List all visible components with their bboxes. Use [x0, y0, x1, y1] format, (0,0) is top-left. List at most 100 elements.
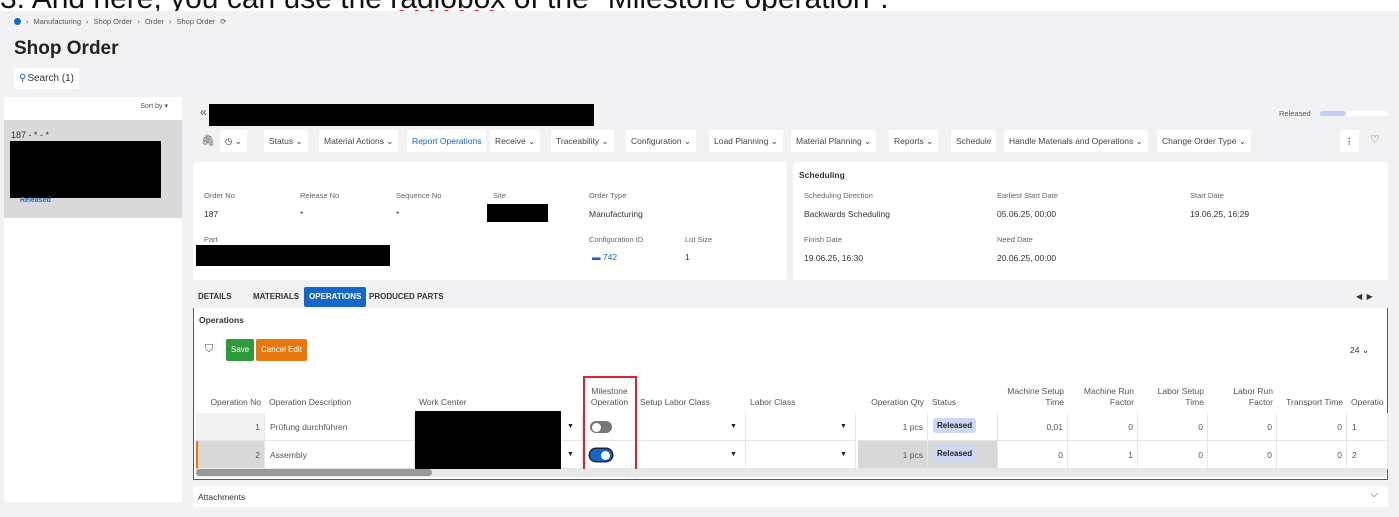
column-header-work-center[interactable]: Work Center	[419, 397, 579, 408]
caption-text: 3. And here, you can use the	[0, 0, 390, 11]
redacted-block	[10, 141, 161, 198]
cell-text-status: Released	[933, 418, 993, 433]
sort-label: Sort by	[140, 103, 163, 110]
status-progress	[1320, 111, 1388, 116]
search-label: Search (1)	[27, 73, 75, 84]
collapse-icon[interactable]: «	[200, 105, 207, 119]
filter-icon[interactable]: ⛉	[205, 343, 213, 356]
breadcrumb-item[interactable]: Shop Order	[94, 17, 133, 26]
cancel-edit-button[interactable]: Cancel Edit	[256, 339, 307, 361]
tab-produced-parts[interactable]: PRODUCED PARTS	[364, 287, 449, 307]
toolbar-schedule[interactable]: Schedule	[951, 130, 997, 152]
status-badge: Released	[933, 446, 977, 461]
column-header-labor-class[interactable]: Labor Class	[750, 397, 852, 408]
cell-text-operation: 2	[1352, 450, 1357, 460]
cell-text-machine-run-factor: 0	[1128, 422, 1133, 432]
dropdown-arrow-icon[interactable]: ▼	[730, 423, 737, 430]
timeline-menu-button[interactable]: ◷ ⌄	[220, 130, 247, 152]
toolbar-change-order-type[interactable]: Change Order Type ⌄	[1157, 130, 1251, 152]
configuration-id-link[interactable]: ▬ 742	[592, 252, 617, 262]
cell-text-operation-description: Assembly	[270, 450, 307, 460]
dropdown-arrow-icon[interactable]: ▼	[840, 423, 847, 430]
toolbar-traceability[interactable]: Traceability ⌄	[551, 130, 614, 152]
list-item-title: 187 - * - *	[11, 130, 50, 140]
attachment-icon[interactable]: 🖇	[201, 134, 215, 147]
order-no-value: 187	[204, 209, 219, 219]
refresh-icon[interactable]: ⟳	[220, 17, 226, 26]
status-badge: Released	[933, 418, 977, 433]
save-button[interactable]: Save	[226, 339, 255, 361]
cell-text-transport-time: 0	[1337, 450, 1342, 460]
dropdown-arrow-icon[interactable]: ▼	[730, 451, 737, 458]
column-header-transport-time[interactable]: Transport Time	[1281, 397, 1343, 408]
search-button[interactable]: ⚲ Search (1)	[14, 68, 80, 89]
dropdown-arrow-icon[interactable]: ▼	[840, 451, 847, 458]
sort-button[interactable]: Sort by ▾	[140, 102, 168, 110]
cell-text-transport-time: 0	[1337, 422, 1342, 432]
favorite-heart-icon[interactable]: ♡	[1370, 133, 1380, 146]
list-item[interactable]: 187 - * - * Released	[4, 120, 182, 218]
milestone-highlight-box	[583, 376, 637, 472]
redacted-site	[487, 204, 548, 222]
column-header-operation-qty[interactable]: Operation Qty	[862, 397, 924, 408]
chevron-down-icon[interactable]: ⌵	[1370, 489, 1378, 500]
attachments-section[interactable]: Attachments ⌵	[193, 486, 1388, 507]
dropdown-arrow-icon[interactable]: ▼	[567, 423, 574, 430]
toolbar-report-operations[interactable]: Report Operations	[407, 130, 487, 152]
breadcrumb-item[interactable]: Order	[145, 17, 164, 26]
operations-title: Operations	[199, 315, 244, 325]
toolbar-material-planning[interactable]: Material Planning ⌄	[791, 130, 877, 152]
cell-text-operation-qty: 1 pcs	[902, 450, 923, 460]
column-header-machine-setup-time[interactable]: Machine Setup Time	[1002, 386, 1064, 408]
page-size-select[interactable]: 24 ⌄	[1350, 345, 1369, 356]
column-header-operation[interactable]: Operation	[1351, 397, 1384, 408]
clock-icon: ◷	[225, 136, 233, 146]
scheduling-card: Scheduling Scheduling Direction Backwards…	[793, 162, 1388, 280]
cell-text-labor-run-factor: 0	[1267, 450, 1272, 460]
search-icon: ⚲	[19, 73, 27, 84]
column-header-operation-no[interactable]: Operation No	[200, 397, 261, 408]
cell-text-machine-setup-time: 0,01	[1046, 422, 1063, 432]
toolbar-handle-materials[interactable]: Handle Materials and Operations ⌄	[1004, 130, 1148, 152]
column-header-labor-run-factor[interactable]: Labor Run Factor	[1212, 386, 1273, 408]
cell-text-machine-run-factor: 1	[1128, 450, 1133, 460]
tutorial-caption: 3. And here, you can use the radiobox of…	[0, 0, 1399, 11]
cell-text-labor-run-factor: 0	[1267, 422, 1272, 432]
toolbar-reports[interactable]: Reports ⌄	[889, 130, 939, 152]
toolbar-material-actions[interactable]: Material Actions ⌄	[319, 130, 399, 152]
scheduling-title: Scheduling	[799, 170, 845, 180]
more-options-icon[interactable]: ⋮	[1340, 130, 1359, 152]
toolbar-status[interactable]: Status ⌄	[264, 130, 308, 152]
cell-text-operation-no: 2	[255, 450, 260, 460]
configuration-icon: ▬	[592, 252, 601, 262]
toolbar-load-planning[interactable]: Load Planning ⌄	[709, 130, 783, 152]
tab-details[interactable]: DETAILS	[193, 287, 237, 307]
cell-text-operation-no: 1	[255, 422, 260, 432]
caption-text-end: of the "Milestone operation".	[505, 0, 889, 11]
redacted-record-title	[209, 104, 594, 126]
toolbar-configuration[interactable]: Configuration ⌄	[626, 130, 697, 152]
cell-text-labor-setup-time: 0	[1198, 422, 1203, 432]
tab-operations[interactable]: OPERATIONS	[304, 287, 367, 307]
column-header-status[interactable]: Status	[932, 397, 994, 408]
tab-materials[interactable]: MATERIALS	[248, 287, 304, 307]
breadcrumb: › Manufacturing › Shop Order › Order › Shop …	[14, 17, 227, 26]
column-header-machine-run-factor[interactable]: Machine Run Factor	[1072, 386, 1134, 408]
breadcrumb-item[interactable]: Manufacturing	[34, 17, 82, 26]
redacted-work-center	[415, 441, 561, 469]
dropdown-arrow-icon[interactable]: ▼	[567, 451, 574, 458]
toolbar-receive[interactable]: Receive ⌄	[490, 130, 541, 152]
status-indicator-label: Released	[1279, 109, 1311, 118]
caption-underlined-word: radiobox	[390, 0, 505, 11]
cell-text-operation-qty: 1 pcs	[902, 422, 923, 432]
home-icon[interactable]	[14, 18, 21, 25]
column-header-labor-setup-time[interactable]: Labor Setup Time	[1142, 386, 1204, 408]
column-header-setup-labor-class[interactable]: Setup Labor Class	[640, 397, 742, 408]
breadcrumb-item[interactable]: Shop Order	[176, 17, 215, 26]
redacted-work-center	[415, 411, 561, 441]
column-header-operation-description[interactable]: Operation Description	[269, 397, 411, 408]
order-details-card: Order No 187 Release No * Sequence No * Sit…	[193, 162, 787, 280]
tab-scroll-arrows[interactable]: ◀ ▶	[1356, 292, 1373, 301]
record-list-panel: Sort by ▾ 187 - * - * Released	[4, 97, 182, 502]
horizontal-scrollbar[interactable]	[196, 469, 1386, 477]
